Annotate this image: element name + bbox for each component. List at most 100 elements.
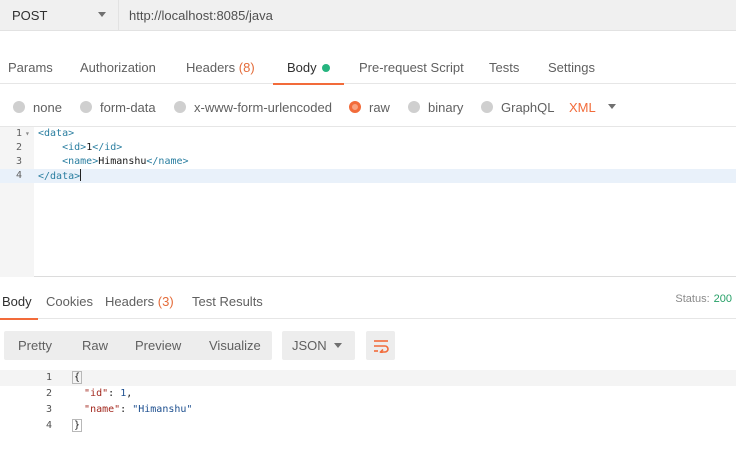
radio-graphql-label: GraphQL: [501, 99, 555, 115]
response-format-select[interactable]: JSON: [282, 331, 355, 360]
line-code: <name>Himanshu</name>: [62, 156, 189, 167]
radio-binary-label: binary: [428, 99, 464, 115]
raw-format-select[interactable]: XML: [569, 96, 596, 118]
view-pretty-label: Pretty: [18, 338, 52, 353]
view-visualize-label: Visualize: [209, 338, 261, 353]
fold-arrow-icon[interactable]: ▾: [25, 127, 30, 141]
line-number: 4: [15, 170, 22, 181]
tab-headers-label: Headers: [186, 60, 236, 75]
radio-icon: [13, 101, 25, 113]
response-tabs: Body Cookies Headers (3) Test Results: [0, 286, 736, 320]
line-number: 1: [45, 372, 52, 383]
json-key: "id": [84, 388, 109, 399]
response-tab-headers-label: Headers: [105, 294, 155, 309]
radio-icon: [174, 101, 186, 113]
radio-none[interactable]: none: [13, 96, 62, 118]
tab-params-label: Params: [8, 60, 53, 75]
request-tabs: Params Authorization Headers (8) Body Pr…: [0, 50, 736, 85]
tab-tests[interactable]: Tests: [489, 50, 519, 84]
text-cursor: [80, 169, 82, 181]
tab-authorization-label: Authorization: [80, 60, 156, 75]
radio-raw-label: raw: [369, 99, 390, 115]
response-line: 4 }: [0, 418, 736, 434]
json-value: 1: [120, 388, 127, 399]
radio-binary[interactable]: binary: [408, 96, 463, 118]
response-headers-count-badge: (3): [157, 294, 174, 309]
chevron-down-icon: [334, 343, 342, 348]
radio-icon: [408, 101, 420, 113]
tab-body-label: Body: [287, 60, 317, 75]
tab-settings-label: Settings: [548, 60, 595, 75]
response-tab-cookies[interactable]: Cookies: [46, 286, 93, 319]
radio-graphql[interactable]: GraphQL: [481, 96, 554, 118]
tab-settings[interactable]: Settings: [548, 50, 595, 84]
url-input[interactable]: http://localhost:8085/java: [119, 0, 736, 31]
tab-prerequest-label: Pre-request Script: [359, 60, 464, 75]
xml-tag: </name>: [146, 156, 189, 167]
response-line: 2 "id": 1,: [0, 386, 736, 402]
line-number: 3: [15, 156, 22, 167]
line-number: 1: [15, 128, 22, 139]
radio-urlencoded[interactable]: x-www-form-urlencoded: [174, 96, 332, 118]
word-wrap-icon: [373, 339, 389, 353]
view-preview-label: Preview: [135, 338, 182, 353]
radio-none-label: none: [33, 99, 62, 115]
response-line: 3 "name": "Himanshu": [0, 402, 736, 418]
response-format-label: JSON: [292, 338, 327, 353]
line-code: <data>: [38, 127, 74, 141]
line-number: 3: [45, 404, 52, 415]
view-visualize-button[interactable]: Visualize: [209, 331, 261, 360]
tab-tests-label: Tests: [489, 60, 520, 75]
raw-format-label: XML: [569, 99, 596, 115]
active-dot-icon: [321, 64, 330, 72]
editor-line: 3 <name>Himanshu</name>: [0, 155, 736, 169]
json-brace: }: [72, 419, 83, 432]
radio-raw[interactable]: raw: [349, 96, 390, 118]
radio-form-data[interactable]: form-data: [80, 96, 156, 118]
line-code: </data>: [38, 169, 82, 184]
radio-icon: [481, 101, 493, 113]
response-tab-test-results[interactable]: Test Results: [192, 286, 263, 319]
view-raw-button[interactable]: Raw: [82, 331, 108, 360]
view-preview-button[interactable]: Preview: [135, 331, 181, 360]
radio-checked-icon: [349, 101, 361, 113]
headers-count-badge: (8): [238, 60, 255, 75]
request-body-editor[interactable]: 1 ▾ <data> 2 <id>1</id> 3 <name>Himanshu…: [0, 126, 736, 277]
tab-body[interactable]: Body: [273, 50, 344, 85]
radio-urlencoded-label: x-www-form-urlencoded: [194, 99, 332, 115]
status-label: Status:: [675, 293, 710, 305]
editor-line: 2 <id>1</id>: [0, 141, 736, 155]
status-code[interactable]: 200: [714, 293, 732, 305]
word-wrap-button[interactable]: [366, 331, 395, 360]
method-label: POST: [12, 7, 48, 23]
view-pretty-button[interactable]: Pretty: [18, 331, 52, 360]
response-tab-body-label: Body: [2, 294, 32, 309]
json-key: "name": [84, 404, 121, 415]
chevron-down-icon[interactable]: [608, 104, 616, 109]
radio-form-data-label: form-data: [100, 99, 156, 115]
tab-headers[interactable]: Headers (8): [186, 50, 255, 84]
xml-tag: <data>: [38, 128, 75, 139]
json-value: "Himanshu": [132, 404, 193, 415]
line-number: 4: [45, 420, 52, 431]
status-indicator: Status: 200: [675, 293, 732, 305]
radio-icon: [80, 101, 92, 113]
response-view-toggle: Pretty Raw Preview Visualize: [4, 331, 272, 360]
response-tab-headers[interactable]: Headers (3): [105, 286, 174, 319]
tab-params[interactable]: Params: [8, 50, 53, 84]
xml-tag: <id>: [62, 142, 87, 153]
editor-line: 1 ▾ <data>: [0, 127, 736, 141]
xml-tag: </data>: [38, 171, 81, 182]
response-tab-test-results-label: Test Results: [192, 294, 263, 309]
line-number: 2: [15, 142, 22, 153]
tab-prerequest-script[interactable]: Pre-request Script: [359, 50, 464, 84]
editor-line-current: 4 </data>: [0, 169, 736, 183]
chevron-down-icon: [98, 12, 106, 17]
response-line: 1 {: [0, 370, 736, 386]
method-select[interactable]: POST: [0, 0, 119, 31]
body-type-options: none form-data x-www-form-urlencoded raw…: [0, 96, 736, 118]
view-raw-label: Raw: [82, 338, 109, 353]
response-tab-cookies-label: Cookies: [46, 294, 93, 309]
response-tab-body[interactable]: Body: [0, 286, 38, 320]
tab-authorization[interactable]: Authorization: [80, 50, 156, 84]
